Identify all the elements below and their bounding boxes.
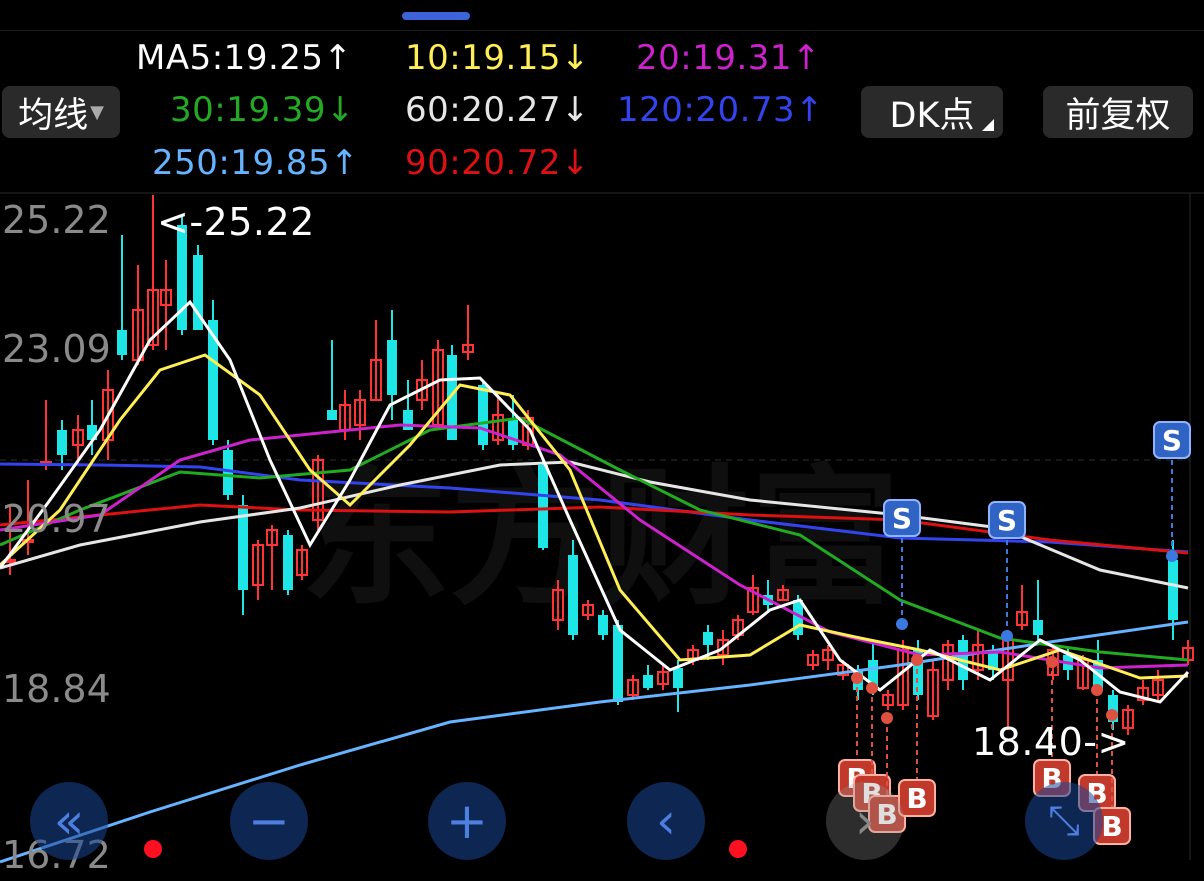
low-price-annotation: 18.40->: [972, 720, 1130, 764]
candle-body: [117, 330, 127, 355]
signal-letter: B: [906, 782, 927, 815]
y-label-top: 25.22: [2, 198, 111, 242]
signal-dot: [1091, 684, 1103, 696]
expand-arrows-icon[interactable]: ⤡: [1025, 782, 1103, 860]
signal-letter: S: [1162, 424, 1182, 457]
candle-body: [538, 465, 548, 548]
candle-body: [387, 340, 397, 395]
double-chevron-left-icon[interactable]: «: [30, 782, 108, 860]
signal-letter: B: [1101, 810, 1122, 843]
signal-dot: [866, 682, 878, 694]
candle-body: [403, 410, 413, 430]
y-label-2: 23.09: [2, 327, 111, 371]
signal-dot: [1046, 656, 1058, 668]
plus-icon[interactable]: +: [428, 782, 506, 860]
candle-body: [613, 625, 623, 702]
candle-body: [643, 675, 653, 688]
y-label-4: 18.84: [2, 667, 111, 711]
candle-body: [598, 615, 608, 635]
candle-body: [283, 535, 293, 590]
candle-body: [1168, 560, 1178, 620]
candle-body: [568, 555, 578, 635]
chevron-right-icon[interactable]: ›: [826, 782, 904, 860]
signal-dot: [881, 712, 893, 724]
candle-body: [478, 385, 488, 445]
signal-dot: [1166, 550, 1178, 562]
signal-dot: [851, 672, 863, 684]
signal-letter: S: [997, 504, 1017, 537]
red-dot-indicator: [729, 840, 747, 858]
candle-body: [57, 430, 67, 455]
minus-icon[interactable]: −: [230, 782, 308, 860]
candle-body: [703, 632, 713, 645]
chevron-left-icon[interactable]: ‹: [627, 782, 705, 860]
high-price-annotation: <-25.22: [157, 200, 315, 244]
signal-dot: [1001, 630, 1013, 642]
signal-letter: S: [892, 502, 912, 535]
red-dot-indicator: [144, 840, 162, 858]
candle-body: [327, 410, 337, 420]
signal-dot: [896, 618, 908, 630]
y-label-3: 20.97: [2, 497, 111, 541]
candle-body: [1033, 620, 1043, 635]
signal-dot: [911, 654, 923, 666]
candle-body: [673, 668, 683, 688]
